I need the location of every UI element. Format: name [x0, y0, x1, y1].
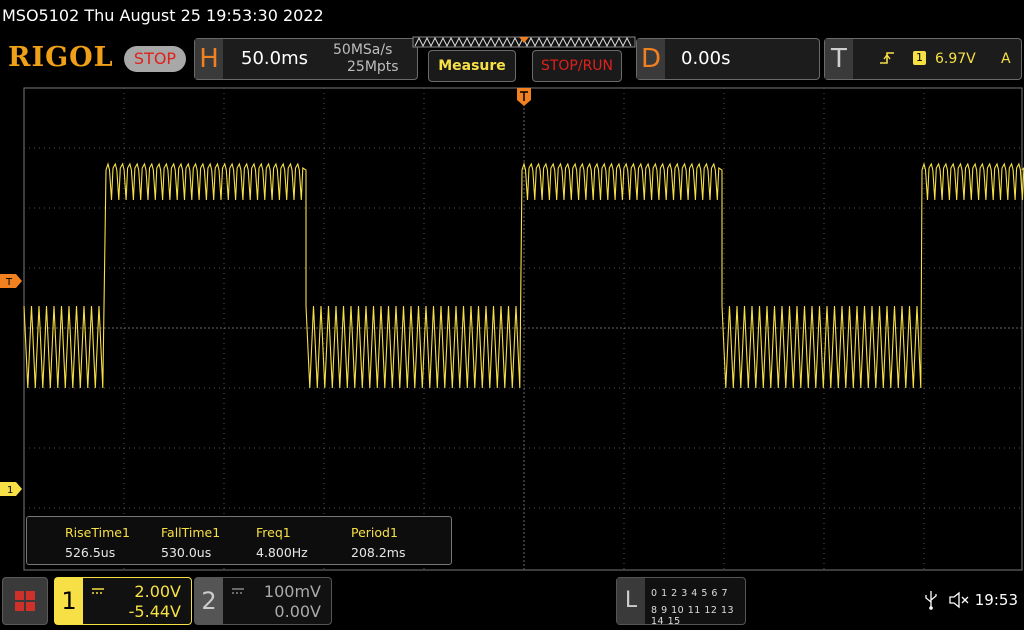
channel2-offset: 0.00V — [274, 602, 321, 621]
trigger-time-marker[interactable] — [517, 88, 531, 106]
svg-text:T: T — [5, 277, 13, 288]
menu-icon — [15, 591, 35, 611]
channel2-panel[interactable]: 2 100mV 0.00V — [194, 577, 332, 625]
measurement-value: 4.800Hz — [256, 545, 308, 560]
channel1-scale: 2.00V — [134, 582, 181, 601]
channel1-number: 1 — [55, 578, 83, 624]
bottom-status-bar: 1 2.00V -5.44V 2 100mV 0.00V L 0 1 2 3 4… — [0, 572, 1024, 630]
logic-label: L — [617, 578, 645, 624]
logic-channels-row2: 8 9 10 11 12 13 14 15 — [651, 605, 735, 627]
channel1-panel[interactable]: 1 2.00V -5.44V — [54, 577, 192, 625]
measurement-value: 526.5us — [65, 545, 116, 560]
ch1-ground-marker[interactable]: 1 — [0, 482, 22, 496]
usb-icon — [925, 591, 937, 610]
measurement-value: 530.0us — [161, 545, 212, 560]
measurement-table[interactable]: RiseTime1 526.5us FallTime1 530.0us Freq… — [26, 516, 452, 565]
measurement-name: Period1 — [351, 525, 398, 540]
logic-analyzer-panel[interactable]: L 0 1 2 3 4 5 6 7 8 9 10 11 12 13 14 15 — [616, 577, 746, 627]
measurement-name: Freq1 — [256, 525, 291, 540]
measurement-value: 208.2ms — [351, 545, 406, 560]
logic-channels-row1: 0 1 2 3 4 5 6 7 — [651, 588, 728, 599]
svg-text:1: 1 — [7, 485, 13, 496]
dc-coupling-icon — [232, 588, 244, 594]
channel2-number: 2 — [195, 578, 223, 624]
speaker-muted-icon[interactable] — [948, 591, 970, 609]
grid-lines — [24, 88, 1022, 570]
waveform-display[interactable]: T 1 — [0, 0, 1024, 572]
channel1-offset: -5.44V — [128, 602, 181, 621]
dc-coupling-icon — [92, 588, 104, 594]
menu-button[interactable] — [2, 577, 48, 625]
trigger-level-marker[interactable]: T — [0, 274, 22, 288]
system-clock: 19:53 — [974, 591, 1018, 609]
grid-border — [23, 87, 1023, 571]
channel2-scale: 100mV — [263, 582, 321, 601]
measurement-name: RiseTime1 — [65, 525, 130, 540]
measurement-name: FallTime1 — [161, 525, 221, 540]
